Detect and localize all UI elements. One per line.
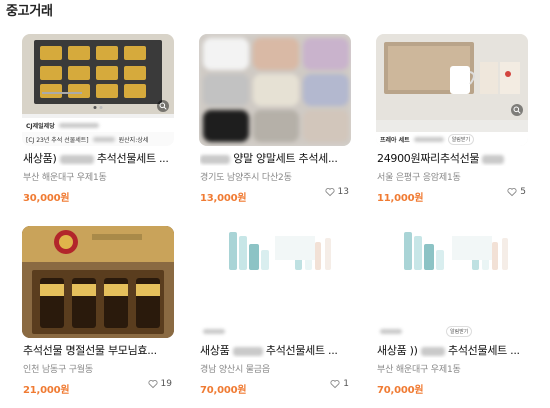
seller-strip: [199, 324, 351, 338]
mug-gift-set-image: [376, 34, 528, 120]
heart-outline-icon: [507, 188, 517, 197]
blurred-text: [59, 154, 94, 164]
listing-location: 경기도 남양주시 다산2동: [200, 173, 292, 183]
seller-strip: 알림받기: [376, 324, 528, 338]
section-title: 중고거래: [6, 4, 53, 19]
notify-badge: 알림받기: [446, 325, 473, 337]
listing-location: 부산 해운대구 우제1동: [23, 173, 107, 183]
listing-location: 경남 양산시 물금읍: [200, 365, 270, 375]
like-count-value: 1: [343, 379, 349, 389]
listing-card-3[interactable]: 프레아 세트 알림받기 24900원짜리추석선물 서울 은평구 응암제1동 11…: [376, 34, 528, 210]
title-text: 양말 양말세트 추석세...: [233, 152, 338, 165]
listing-thumbnail[interactable]: [199, 226, 351, 338]
blurred-text: [380, 328, 402, 334]
cosmetics-set-image: [199, 226, 351, 338]
blurred-text: [92, 136, 115, 142]
title-suffix: 추석선물세트 ...: [96, 152, 169, 165]
pager-dot: [99, 106, 103, 109]
listing-thumbnail[interactable]: CJ제일제당 [CJ 23년 추석 선물세트] 원산지:상세: [22, 34, 174, 146]
like-count-value: 13: [337, 187, 349, 197]
notify-badge: 알림받기: [447, 133, 475, 145]
image-pager-dots: [93, 106, 103, 109]
seller-name: CJ제일제당: [26, 122, 55, 130]
listing-title[interactable]: 새상품) 추석선물세트 ...: [23, 150, 175, 166]
listing-title[interactable]: 추석선물 명절선물 부모님효...: [23, 342, 175, 358]
listing-title[interactable]: 24900원짜리추석선물: [377, 150, 529, 166]
red-ginseng-set-image: [22, 226, 174, 338]
like-count[interactable]: 5: [507, 187, 526, 197]
listing-thumbnail[interactable]: [199, 34, 351, 146]
listing-thumbnail[interactable]: 프레아 세트 알림받기: [376, 34, 528, 146]
listing-price: 11,000원: [377, 193, 424, 204]
listing-price: 30,000원: [23, 193, 70, 204]
listing-card-5[interactable]: 새상품 추석선물세트 ... 경남 양산시 물금읍 70,000원 1: [199, 226, 351, 402]
pager-dot: [93, 106, 97, 109]
listing-thumbnail[interactable]: [22, 226, 174, 338]
title-text: 새상품 )): [377, 344, 418, 357]
seller-strip: CJ제일제당: [22, 118, 174, 132]
blurred-text: [232, 346, 263, 356]
title-text: 새상품: [200, 344, 230, 357]
blurred-text: [420, 346, 445, 356]
seller-strip: 프레아 세트 알림받기: [376, 132, 528, 146]
listing-location: 인천 남동구 구월동: [23, 365, 93, 375]
blurred-text: [200, 154, 230, 164]
listing-title[interactable]: 새상품 )) 추석선물세트 ...: [377, 342, 529, 358]
listing-card-4[interactable]: 추석선물 명절선물 부모님효... 인천 남동구 구월동 21,000원 19: [22, 226, 174, 402]
listing-price: 70,000원: [200, 385, 247, 396]
listing-title[interactable]: 새상품 추석선물세트 ...: [200, 342, 352, 358]
title-suffix: 추석선물세트 ...: [265, 344, 338, 357]
seller-name: 프레아 세트: [380, 136, 410, 144]
title-suffix: 추석선물세트 ...: [448, 344, 520, 357]
listing-price: 21,000원: [23, 385, 70, 396]
blurred-text: [413, 136, 444, 142]
like-count-value: 19: [160, 379, 172, 389]
cosmetics-set-image: [376, 226, 528, 338]
listing-card-6[interactable]: 알림받기 새상품 )) 추석선물세트 ... 부산 해운대구 우제1동 70,0…: [376, 226, 528, 402]
listing-location: 부산 해운대구 우제1동: [377, 365, 461, 375]
listing-card-2[interactable]: 양말 양말세트 추석세... 경기도 남양주시 다산2동 13,000원 13: [199, 34, 351, 210]
magnifier-icon[interactable]: [511, 104, 523, 116]
blurred-text: [482, 154, 505, 164]
magnifier-icon[interactable]: [157, 100, 169, 112]
like-count[interactable]: 19: [148, 379, 172, 389]
listing-card-1[interactable]: CJ제일제당 [CJ 23년 추석 선물세트] 원산지:상세 새상품) 추석선물…: [22, 34, 174, 210]
blurred-text: [203, 328, 225, 334]
socks-image: [199, 34, 351, 146]
banner-tail: 원산지:상세: [118, 136, 149, 144]
like-count-value: 5: [520, 187, 526, 197]
banner-text: [CJ 23년 추석 선물세트]: [26, 136, 89, 144]
listing-location: 서울 은평구 응암제1동: [377, 173, 461, 183]
title-text: 새상품): [23, 152, 57, 165]
listing-price: 70,000원: [377, 385, 424, 396]
blurred-text: [58, 122, 99, 128]
heart-outline-icon: [330, 380, 340, 389]
heart-outline-icon: [148, 380, 158, 389]
title-text: 24900원짜리추석선물: [377, 152, 480, 165]
banner-strip: [CJ 23년 추석 선물세트] 원산지:상세: [22, 132, 174, 146]
listing-thumbnail[interactable]: 알림받기: [376, 226, 528, 338]
heart-outline-icon: [325, 188, 335, 197]
listing-price: 13,000원: [200, 193, 247, 204]
listing-title[interactable]: 양말 양말세트 추석세...: [200, 150, 352, 166]
like-count[interactable]: 1: [330, 379, 349, 389]
like-count[interactable]: 13: [325, 187, 349, 197]
